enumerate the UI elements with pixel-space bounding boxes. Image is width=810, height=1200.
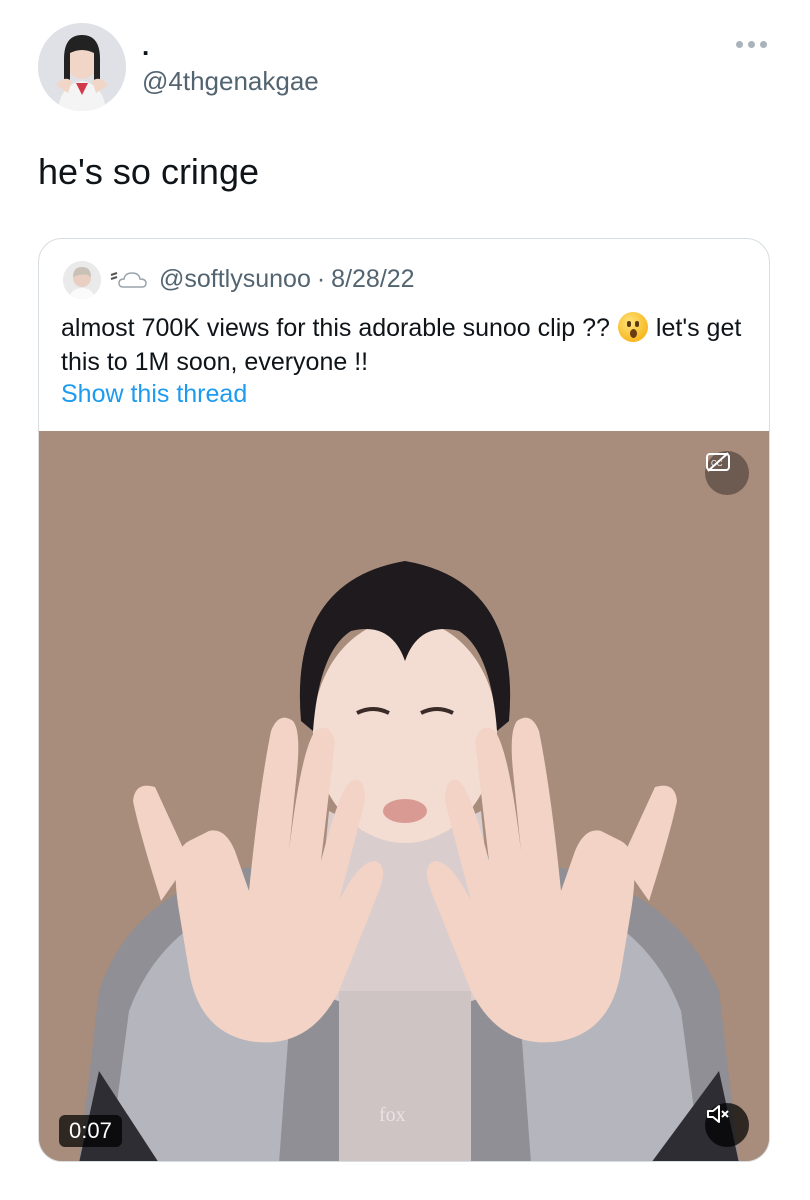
speaker-muted-icon[interactable]: [705, 1103, 749, 1147]
author-handle[interactable]: @4thgenakgae: [142, 66, 319, 96]
cloud-icon: [109, 269, 149, 291]
separator-dot: ·: [316, 265, 326, 293]
astonished-face-emoji-icon: [617, 312, 648, 342]
quoted-handle-line[interactable]: @softlysunoo · 8/28/22: [159, 264, 415, 294]
author-avatar-image: [38, 23, 126, 111]
quoted-tweet-text: almost 700K views for this adorable suno…: [61, 311, 751, 379]
captions-off-icon[interactable]: CC: [705, 451, 749, 495]
quoted-tweet-card[interactable]: @softlysunoo · 8/28/22 almost 700K views f…: [38, 238, 770, 1162]
video-watermark: fox: [379, 1104, 406, 1126]
video-timestamp: 0:07: [59, 1115, 122, 1147]
quoted-text-part-1: almost 700K views for this adorable suno…: [61, 314, 610, 342]
ellipsis-icon[interactable]: [736, 34, 772, 54]
author-avatar[interactable]: [38, 23, 126, 111]
show-thread-link[interactable]: Show this thread: [61, 379, 247, 409]
quoted-author-avatar: [63, 261, 101, 299]
author-display-name[interactable]: .: [142, 32, 149, 60]
quoted-date[interactable]: 8/28/22: [331, 265, 414, 293]
video-player[interactable]: fox CC 0:07: [39, 431, 769, 1161]
video-frame: fox: [39, 431, 769, 1161]
quoted-handle[interactable]: @softlysunoo: [159, 265, 311, 293]
tweet-text: he's so cringe: [38, 151, 259, 192]
